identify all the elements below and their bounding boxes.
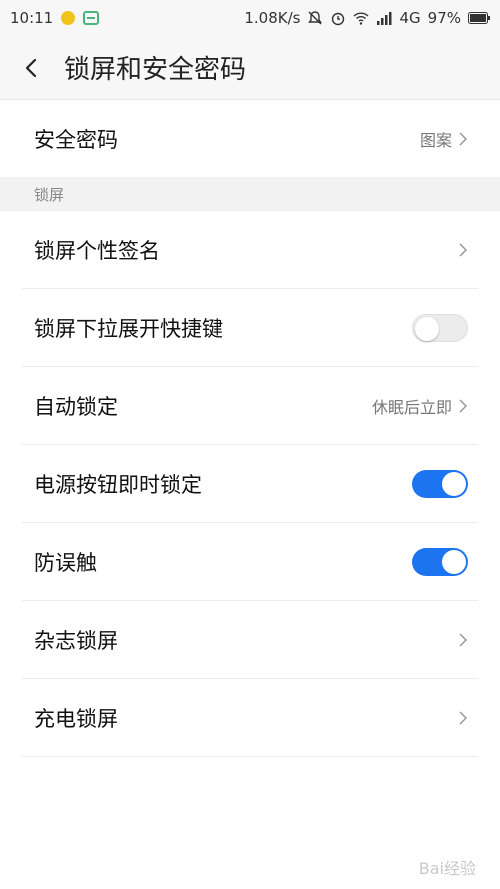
scan-icon [83, 11, 100, 25]
toggle-knob [442, 472, 466, 496]
pulldown-shortcut-label: 锁屏下拉展开快捷键 [34, 317, 223, 341]
watermark-text: Bai经验 [418, 859, 476, 878]
pulldown-shortcut-row: 锁屏下拉展开快捷键 [0, 289, 500, 367]
mute-bell-icon [308, 11, 323, 25]
page-title: 锁屏和安全密码 [64, 55, 247, 85]
auto-lock-value: 休眠后立即 [371, 398, 452, 417]
section-lock-label: 锁屏 [34, 185, 65, 204]
chevron-right-icon [459, 243, 468, 257]
chevron-right-icon [459, 399, 468, 413]
chevron-right-icon [459, 633, 468, 647]
header-bar: 锁屏和安全密码 [0, 36, 500, 100]
auto-lock-row[interactable]: 自动锁定 休眠后立即 [0, 367, 500, 445]
status-right: 1.08K/s 4G 97% [244, 9, 490, 27]
magazine-lock-right [458, 632, 500, 648]
security-password-row[interactable]: 安全密码 图案 [0, 100, 500, 178]
anti-touch-row: 防误触 [0, 523, 500, 601]
security-password-label: 安全密码 [34, 128, 118, 152]
anti-touch-toggle[interactable] [412, 548, 468, 576]
pulldown-shortcut-toggle[interactable] [412, 314, 468, 342]
auto-lock-right: 休眠后立即 [372, 394, 500, 418]
chevron-right-icon [459, 132, 468, 146]
notification-app-icon [61, 11, 76, 25]
charge-lock-label: 充电锁屏 [34, 707, 118, 731]
magazine-lock-label: 杂志锁屏 [34, 629, 118, 653]
status-bar: 10:11 1.08K/s 4G 97% [0, 0, 500, 36]
auto-lock-label: 自动锁定 [34, 395, 118, 419]
status-left: 10:11 [10, 9, 100, 27]
lock-signature-row[interactable]: 锁屏个性签名 [0, 211, 500, 289]
net-speed: 1.08K/s [244, 9, 301, 27]
lock-signature-right [458, 242, 500, 258]
back-arrow-icon [25, 58, 37, 77]
battery-icon [468, 12, 490, 24]
watermark: Bai经验 [419, 855, 476, 879]
lock-signature-label: 锁屏个性签名 [34, 239, 160, 263]
back-button[interactable] [0, 36, 64, 100]
power-lock-row: 电源按钮即时锁定 [0, 445, 500, 523]
power-lock-right [412, 470, 500, 498]
network-type: 4G [399, 9, 421, 27]
power-lock-toggle[interactable] [412, 470, 468, 498]
power-lock-label: 电源按钮即时锁定 [34, 473, 202, 497]
status-time: 10:11 [10, 9, 54, 27]
anti-touch-label: 防误触 [34, 551, 97, 575]
chevron-right-icon [459, 711, 468, 725]
wifi-icon [353, 12, 369, 25]
security-password-value: 图案 [419, 131, 452, 150]
section-header-lock: 锁屏 [0, 177, 500, 211]
battery-percent: 97% [427, 9, 461, 27]
charge-lock-row[interactable]: 充电锁屏 [0, 679, 500, 757]
toggle-knob [415, 317, 439, 341]
anti-touch-right [412, 548, 500, 576]
charge-lock-right [458, 710, 500, 726]
signal-icon [377, 12, 392, 25]
pulldown-shortcut-right [412, 314, 500, 342]
toggle-knob [442, 550, 466, 574]
divider [22, 756, 478, 757]
security-password-right: 图案 [420, 127, 500, 151]
magazine-lock-row[interactable]: 杂志锁屏 [0, 601, 500, 679]
alarm-icon [332, 12, 345, 26]
